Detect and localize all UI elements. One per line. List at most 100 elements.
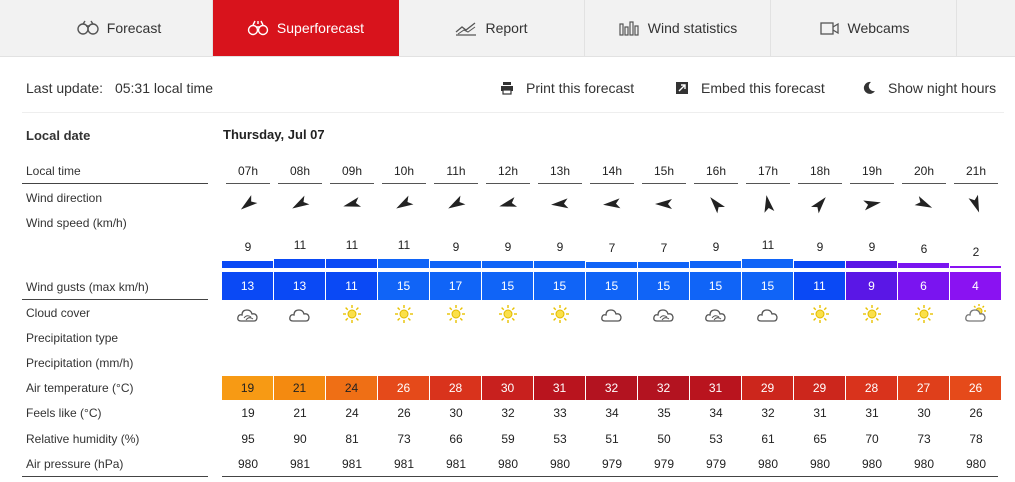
forecast-column: 15h 7 15 32 35 50 979 (638, 0, 690, 482)
pressure-value: 980 (965, 457, 987, 471)
wind-gust-cell: 15 (586, 272, 637, 300)
wind-direction-arrow-icon (496, 192, 520, 216)
tab-forecast[interactable]: Forecast (26, 0, 213, 56)
air-temperature-cell: 31 (534, 376, 585, 400)
air-temperature-cell: 21 (274, 376, 325, 400)
wind-speed-value: 7 (660, 241, 668, 255)
pressure-value: 981 (393, 457, 415, 471)
hour-underline (590, 183, 634, 184)
wind-gust-cell: 15 (378, 272, 429, 300)
air-temperature-cell: 32 (638, 376, 689, 400)
hour-underline (278, 183, 322, 184)
last-update-label: Last update: (26, 80, 104, 96)
wind-speed-value: 2 (972, 245, 980, 259)
wind-speed-value: 9 (816, 240, 824, 254)
humidity-value: 95 (241, 432, 255, 446)
air-temperature-cell: 27 (898, 376, 949, 400)
forecast-column: 18h 9 11 29 31 65 980 (794, 0, 846, 482)
wind-speed-bar (638, 262, 689, 268)
forecast-column: 21h 2 4 26 26 78 980 (950, 0, 1002, 482)
humidity-value: 59 (501, 432, 515, 446)
wind-gust-cell: 13 (274, 272, 325, 300)
pressure-value: 980 (913, 457, 935, 471)
hour-underline (434, 183, 478, 184)
forecast-column: 09h 11 11 24 24 81 981 (326, 0, 378, 482)
humidity-value: 61 (761, 432, 775, 446)
hour-underline (954, 183, 998, 184)
wind-speed-bar (430, 261, 481, 268)
humidity-value: 65 (813, 432, 827, 446)
air-temperature-cell: 28 (430, 376, 481, 400)
wind-speed-bar (482, 261, 533, 268)
air-temperature-cell: 24 (326, 376, 377, 400)
partly-cloudy-icon (704, 303, 728, 325)
pressure-value: 980 (757, 457, 779, 471)
feels-like-value: 32 (501, 406, 515, 420)
last-update-value: 05:31 local time (114, 80, 214, 96)
wind-speed-bar (534, 261, 585, 268)
wind-speed-value: 9 (712, 240, 720, 254)
hour-label: 07h (237, 164, 259, 178)
wind-speed-bar (794, 261, 845, 268)
hour-label: 09h (341, 164, 363, 178)
humidity-value: 50 (657, 432, 671, 446)
wind-speed-value: 11 (397, 238, 411, 252)
wind-speed-bar (326, 259, 377, 268)
label-air-pressure: Air pressure (hPa) (26, 457, 124, 471)
last-update: Last update: 05:31 local time (26, 80, 221, 96)
label-relative-humidity: Relative humidity (%) (26, 432, 140, 446)
label-wind-direction: Wind direction (26, 191, 103, 205)
feels-like-value: 31 (813, 406, 827, 420)
feels-like-value: 26 (969, 406, 983, 420)
label-wind-speed: Wind speed (km/h) (26, 216, 127, 230)
hour-label: 17h (757, 164, 779, 178)
forecast-column: 14h 7 15 32 34 51 979 (586, 0, 638, 482)
pressure-value: 980 (497, 457, 519, 471)
hour-underline (694, 183, 738, 184)
pressure-value: 981 (445, 457, 467, 471)
feels-like-value: 34 (605, 406, 619, 420)
hour-label: 21h (965, 164, 987, 178)
hour-label: 10h (393, 164, 415, 178)
wind-direction-arrow-icon (704, 192, 728, 216)
forecast-column: 13h 9 15 31 33 53 980 (534, 0, 586, 482)
label-feels-like: Feels like (°C) (26, 406, 102, 420)
wind-speed-bar (222, 261, 273, 268)
wind-direction-arrow-icon (964, 192, 988, 216)
feels-like-value: 21 (293, 406, 307, 420)
sun-icon (444, 303, 468, 325)
wind-speed-bar (846, 261, 897, 268)
hour-label: 08h (289, 164, 311, 178)
humidity-value: 81 (345, 432, 359, 446)
humidity-value: 73 (917, 432, 931, 446)
air-temperature-cell: 26 (378, 376, 429, 400)
feels-like-value: 30 (449, 406, 463, 420)
wind-speed-value: 9 (244, 240, 252, 254)
forecast-column: 10h 11 15 26 26 73 981 (378, 0, 430, 482)
wind-gust-cell: 11 (794, 272, 845, 300)
air-temperature-cell: 30 (482, 376, 533, 400)
pressure-value: 980 (861, 457, 883, 471)
pressure-value: 980 (237, 457, 259, 471)
pressure-value: 981 (341, 457, 363, 471)
wind-direction-arrow-icon (860, 192, 884, 216)
hour-underline (330, 183, 374, 184)
hour-underline (850, 183, 894, 184)
air-temperature-cell: 31 (690, 376, 741, 400)
wind-direction-arrow-icon (756, 192, 780, 216)
air-temperature-cell: 19 (222, 376, 273, 400)
humidity-value: 78 (969, 432, 983, 446)
label-underline (22, 299, 208, 300)
feels-like-value: 31 (865, 406, 879, 420)
hour-underline (486, 183, 530, 184)
wind-direction-arrow-icon (912, 192, 936, 216)
sun-icon (808, 303, 832, 325)
hour-underline (538, 183, 582, 184)
wind-speed-value: 11 (761, 238, 775, 252)
partly-cloudy-icon (236, 303, 260, 325)
sun-icon (496, 303, 520, 325)
pressure-value: 980 (809, 457, 831, 471)
feels-like-value: 33 (553, 406, 567, 420)
label-precipitation: Precipitation (mm/h) (26, 356, 134, 370)
tab-label: Forecast (106, 20, 162, 36)
